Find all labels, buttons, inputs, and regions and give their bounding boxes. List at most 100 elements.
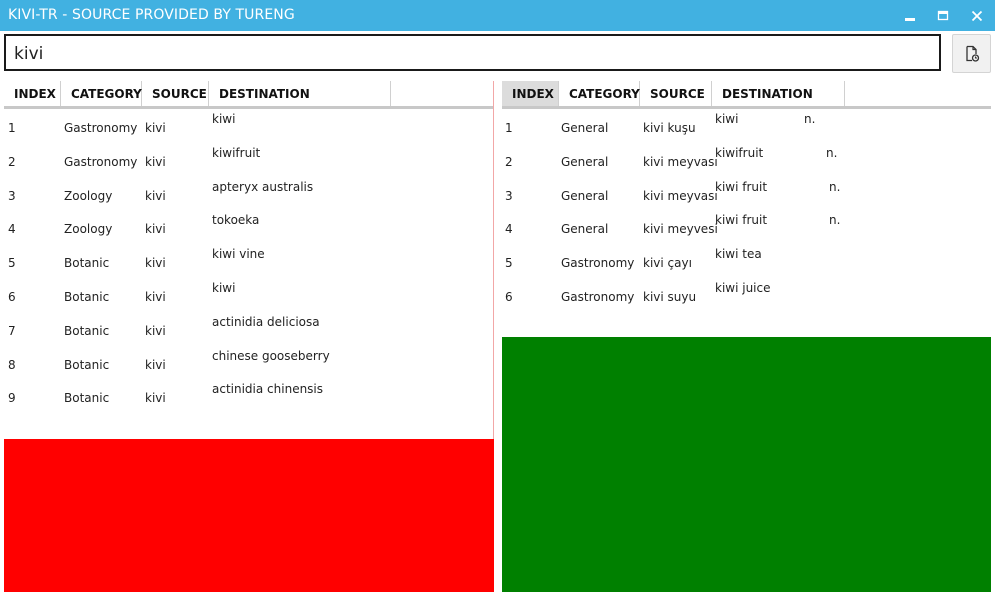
right-header-category[interactable]: CATEGORY: [559, 81, 640, 106]
index-cell: 7: [8, 323, 16, 338]
window-title: KIVI-TR - SOURCE PROVIDED BY TURENG: [8, 7, 295, 23]
destination-cell: kiwifruit: [715, 145, 764, 160]
right-header-source[interactable]: SOURCE: [640, 81, 712, 106]
index-cell: 2: [505, 154, 513, 169]
right-table-header: INDEX CATEGORY SOURCE DESTINATION: [502, 81, 991, 109]
destination-cell: actinidia chinensis: [212, 382, 324, 397]
category-cell: Zoology: [64, 222, 113, 237]
category-cell: Gastronomy: [64, 121, 138, 135]
index-cell: 8: [8, 357, 16, 372]
export-button[interactable]: [952, 34, 991, 73]
destination-cell: kiwi vine: [212, 247, 265, 262]
index-cell: 3: [8, 188, 16, 203]
maximize-button[interactable]: [926, 0, 960, 31]
category-cell: Gastronomy: [561, 256, 635, 271]
destination-cell: apteryx australis: [212, 179, 314, 194]
left-header-category[interactable]: CATEGORY: [61, 81, 142, 106]
source-cell: kivi: [145, 391, 166, 406]
table-row[interactable]: 6 Gastronomy kivi suyu kiwi juice: [502, 278, 991, 312]
destination-cell: kiwi fruit: [715, 179, 768, 194]
table-row[interactable]: 4 Zoology kivi tokoeka: [4, 210, 493, 244]
table-row[interactable]: 9 Botanic kivi actinidia chinensis: [4, 379, 493, 413]
left-results-pane: INDEX CATEGORY SOURCE DESTINATION 1 Gastr…: [4, 81, 494, 592]
table-row[interactable]: 6 Botanic kivi kiwi: [4, 278, 493, 312]
category-cell: General: [561, 121, 609, 135]
category-cell: Gastronomy: [561, 290, 635, 304]
right-results-pane: INDEX CATEGORY SOURCE DESTINATION 1 Gener…: [502, 81, 991, 592]
document-export-icon: [965, 45, 979, 62]
maximize-icon: [937, 10, 949, 20]
right-header-destination[interactable]: DESTINATION: [712, 81, 845, 106]
search-box[interactable]: [4, 34, 941, 71]
source-cell: kivi kuşu: [643, 121, 696, 135]
destination-cell: tokoeka: [212, 213, 260, 228]
close-button[interactable]: [960, 0, 994, 31]
source-cell: kivi meyvası: [643, 154, 718, 169]
table-row[interactable]: 1 General kivi kuşu kiwi n.: [502, 109, 991, 143]
table-row[interactable]: 5 Gastronomy kivi çayı kiwi tea: [502, 244, 991, 278]
category-cell: General: [561, 154, 609, 169]
word-type-cell: n.: [829, 179, 841, 194]
left-header-destination[interactable]: DESTINATION: [209, 81, 391, 106]
destination-cell: kiwi: [212, 281, 236, 295]
index-cell: 1: [8, 121, 16, 135]
source-cell: kivi suyu: [643, 290, 697, 304]
source-cell: kivi: [145, 154, 166, 169]
source-cell: kivi: [145, 290, 166, 304]
source-cell: kivi: [145, 256, 166, 271]
category-cell: Botanic: [64, 256, 110, 271]
index-cell: 6: [8, 290, 16, 304]
index-cell: 6: [505, 290, 513, 304]
index-cell: 2: [8, 154, 16, 169]
table-row[interactable]: 8 Botanic kivi chinese gooseberry: [4, 346, 493, 380]
right-color-block: [502, 337, 991, 592]
index-cell: 1: [505, 121, 513, 135]
table-row[interactable]: 2 General kivi meyvası kiwifruit n.: [502, 143, 991, 177]
left-header-index[interactable]: INDEX: [4, 81, 61, 106]
source-cell: kivi: [145, 357, 166, 372]
source-cell: kivi meyvası: [643, 188, 718, 203]
table-row[interactable]: 1 Gastronomy kivi kiwi: [4, 109, 493, 143]
left-header-source[interactable]: SOURCE: [142, 81, 209, 106]
right-header-index[interactable]: INDEX: [502, 81, 559, 106]
left-table-header: INDEX CATEGORY SOURCE DESTINATION: [4, 81, 493, 109]
source-cell: kivi çayı: [643, 256, 692, 271]
index-cell: 4: [505, 222, 513, 237]
table-row[interactable]: 5 Botanic kivi kiwi vine: [4, 244, 493, 278]
destination-cell: actinidia deliciosa: [212, 314, 320, 329]
title-bar: KIVI-TR - SOURCE PROVIDED BY TURENG: [0, 0, 995, 31]
left-color-block: [4, 439, 494, 592]
table-row[interactable]: 2 Gastronomy kivi kiwifruit: [4, 143, 493, 177]
word-type-cell: n.: [829, 213, 841, 228]
table-row[interactable]: 3 Zoology kivi apteryx australis: [4, 177, 493, 211]
minimize-button[interactable]: [893, 0, 927, 31]
source-cell: kivi: [145, 222, 166, 237]
destination-cell: kiwi juice: [715, 281, 771, 295]
category-cell: General: [561, 188, 609, 203]
destination-cell: kiwifruit: [212, 145, 261, 160]
search-input[interactable]: [14, 42, 914, 66]
destination-cell: kiwi: [212, 112, 236, 126]
table-row[interactable]: 3 General kivi meyvası kiwi fruit n.: [502, 177, 991, 211]
close-icon: [971, 10, 983, 21]
destination-cell: chinese gooseberry: [212, 348, 330, 363]
category-cell: Zoology: [64, 188, 113, 203]
table-row[interactable]: 4 General kivi meyvesi kiwi fruit n.: [502, 210, 991, 244]
destination-cell: kiwi: [715, 112, 739, 126]
category-cell: Botanic: [64, 323, 110, 338]
index-cell: 9: [8, 391, 16, 406]
source-cell: kivi meyvesi: [643, 222, 718, 237]
destination-cell: kiwi fruit: [715, 213, 768, 228]
category-cell: Botanic: [64, 357, 110, 372]
source-cell: kivi: [145, 121, 166, 135]
table-row[interactable]: 7 Botanic kivi actinidia deliciosa: [4, 312, 493, 346]
source-cell: kivi: [145, 188, 166, 203]
word-type-cell: n.: [804, 112, 816, 126]
category-cell: Botanic: [64, 391, 110, 406]
index-cell: 5: [8, 256, 16, 271]
minimize-icon: [905, 17, 915, 21]
destination-cell: kiwi tea: [715, 247, 762, 262]
index-cell: 4: [8, 222, 16, 237]
category-cell: Botanic: [64, 290, 110, 304]
index-cell: 5: [505, 256, 513, 271]
